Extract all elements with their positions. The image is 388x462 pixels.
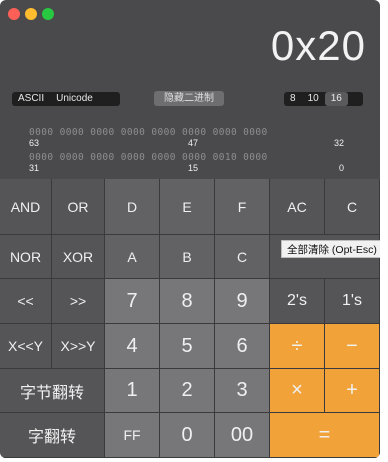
bit-label: 32 [334,138,345,148]
hide-binary-button[interactable]: 隐藏二进制 [154,91,224,106]
zoom-icon[interactable] [42,8,54,20]
byte-flip-button[interactable]: 字节翻转 [0,369,105,413]
and-button[interactable]: AND [0,179,52,235]
hex-f-button[interactable]: F [215,179,270,235]
close-icon[interactable] [8,8,20,20]
digit-0-button[interactable]: 0 [160,413,215,458]
digit-1-button[interactable]: 1 [105,369,160,413]
bit-label: 63 [29,138,40,148]
digit-9-button[interactable]: 9 [215,279,270,324]
hex-e-button[interactable]: E [160,179,215,235]
equals-button[interactable]: = [270,413,380,458]
subtract-button[interactable]: − [325,324,380,369]
binary-row-low[interactable]: 0000 0000 0000 0000 0000 0000 0010 0000 [29,152,349,163]
digit-6-button[interactable]: 6 [215,324,270,369]
hex-d-button[interactable]: D [105,179,160,235]
xor-button[interactable]: XOR [52,235,105,279]
bit-label: 31 [29,163,40,173]
binary-row-high[interactable]: 0000 0000 0000 0000 0000 0000 0000 0000 [29,127,349,138]
bit-label: 0 [339,163,345,173]
keypad: AND OR D E F AC C NOR XOR A B C << >> 7 … [0,179,380,458]
word-flip-button[interactable]: 字翻转 [0,413,105,458]
all-clear-tooltip: 全部清除 (Opt-Esc) [281,240,380,258]
digit-2-button[interactable]: 2 [160,369,215,413]
rotate-left-button[interactable]: X<<Y [0,324,52,369]
encoding-ascii[interactable]: ASCII [12,92,50,106]
ff-button[interactable]: FF [105,413,160,458]
add-button[interactable]: + [325,369,380,413]
digit-3-button[interactable]: 3 [215,369,270,413]
double-zero-button[interactable]: 00 [215,413,270,458]
twos-complement-button[interactable]: 2's [270,279,325,324]
bit-label: 15 [188,163,199,173]
encoding-segmented-control: ASCII Unicode [12,92,120,106]
shift-left-button[interactable]: << [0,279,52,324]
minimize-icon[interactable] [25,8,37,20]
digit-5-button[interactable]: 5 [160,324,215,369]
result-display: 0x20 [270,22,366,69]
calculator-window: 0x20 ASCII Unicode 隐藏二进制 8 10 16 0000 00… [0,0,380,458]
digit-4-button[interactable]: 4 [105,324,160,369]
hex-b-button[interactable]: B [160,235,215,279]
hex-a-button[interactable]: A [105,235,160,279]
base-segmented-control: 8 10 16 [284,92,363,106]
base-8[interactable]: 8 [284,92,302,106]
hex-c-button[interactable]: C [215,235,270,279]
or-button[interactable]: OR [52,179,105,235]
multiply-button[interactable]: × [270,369,325,413]
nor-button[interactable]: NOR [0,235,52,279]
bit-label: 47 [188,138,199,148]
clear-button[interactable]: C [325,179,380,235]
base-16[interactable]: 16 [324,92,348,106]
base-10[interactable]: 10 [302,92,325,106]
encoding-unicode[interactable]: Unicode [50,92,99,106]
rotate-right-button[interactable]: X>>Y [52,324,105,369]
digit-7-button[interactable]: 7 [105,279,160,324]
all-clear-button[interactable]: AC [270,179,325,235]
shift-right-button[interactable]: >> [52,279,105,324]
divide-button[interactable]: ÷ [270,324,325,369]
ones-complement-button[interactable]: 1's [325,279,380,324]
digit-8-button[interactable]: 8 [160,279,215,324]
